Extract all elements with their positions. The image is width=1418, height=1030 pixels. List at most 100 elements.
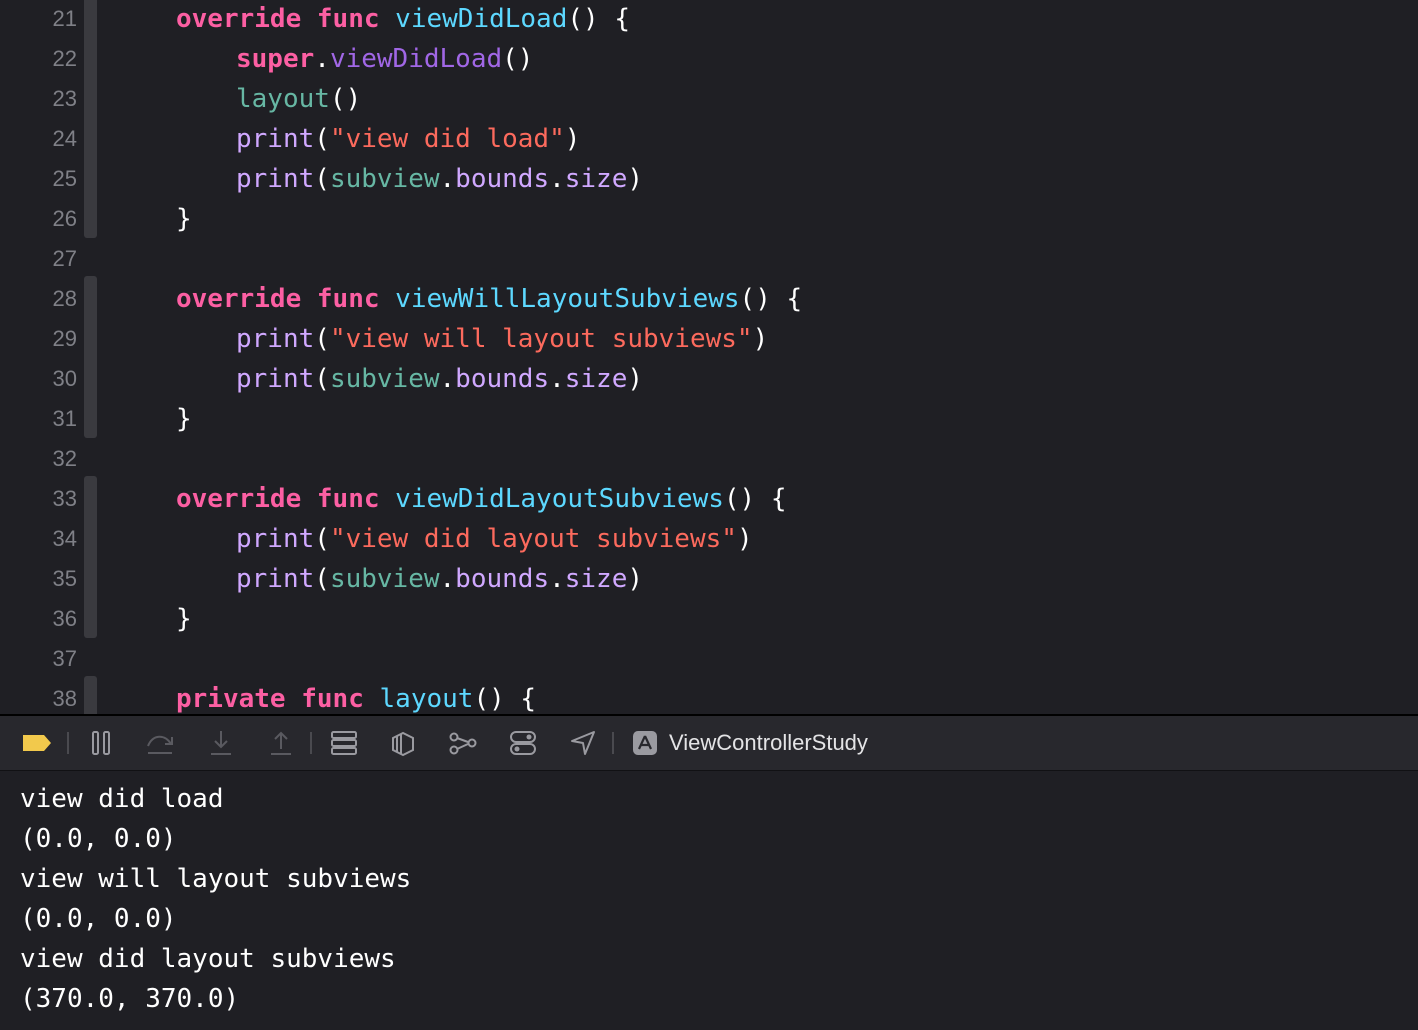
code-text: private func layout() {: [176, 679, 536, 714]
breakpoint-toggle-icon[interactable]: [20, 726, 54, 760]
line-number: 37: [52, 646, 77, 671]
code-token: private: [176, 684, 286, 714]
code-text: print("view did layout subviews"): [236, 519, 753, 559]
memory-graph-icon[interactable]: [386, 726, 420, 760]
code-token: () {: [567, 4, 630, 34]
code-line[interactable]: 23 layout(): [0, 79, 1418, 119]
code-token: "view will layout subviews": [329, 324, 753, 354]
code-token: ): [736, 524, 753, 554]
code-token: ): [627, 364, 644, 394]
code-token: bounds: [455, 164, 550, 194]
code-token: }: [176, 204, 192, 234]
code-line[interactable]: 29 print("view will layout subviews"): [0, 319, 1418, 359]
code-text: override func viewWillLayoutSubviews() {: [176, 279, 802, 319]
code-line[interactable]: 31}: [0, 399, 1418, 439]
code-token: .: [549, 364, 565, 394]
code-line[interactable]: 32: [0, 439, 1418, 479]
code-line[interactable]: 27: [0, 239, 1418, 279]
code-line[interactable]: 36}: [0, 599, 1418, 639]
console-line: view did layout subviews: [20, 944, 396, 974]
code-token: .: [549, 564, 565, 594]
code-token: func: [316, 284, 380, 314]
code-text: print(subview.bounds.size): [236, 359, 643, 399]
code-token: () {: [723, 484, 787, 514]
code-text: }: [176, 599, 192, 639]
step-over-icon[interactable]: [143, 726, 177, 760]
code-token: print: [236, 524, 315, 554]
code-token: subview: [329, 164, 440, 194]
code-text: override func viewDidLayoutSubviews() {: [176, 479, 787, 519]
code-text: }: [176, 199, 192, 239]
step-out-icon[interactable]: [264, 726, 298, 760]
code-token: "view did layout subviews": [329, 524, 737, 554]
app-target-icon[interactable]: [628, 726, 662, 760]
fold-ribbon[interactable]: [84, 476, 97, 638]
code-text: print(subview.bounds.size): [236, 159, 643, 199]
code-line[interactable]: 28 override func viewWillLayoutSubviews()…: [0, 279, 1418, 319]
code-token: override: [176, 484, 302, 514]
toolbar-separator: [67, 732, 69, 754]
fold-ribbon[interactable]: [84, 276, 97, 438]
code-line[interactable]: 37: [0, 639, 1418, 679]
target-name[interactable]: ViewControllerStudy: [669, 716, 868, 770]
code-line[interactable]: 22 super.viewDidLoad(): [0, 39, 1418, 79]
code-line[interactable]: 33 override func viewDidLayoutSubviews() …: [0, 479, 1418, 519]
code-line[interactable]: 30 print(subview.bounds.size): [0, 359, 1418, 399]
code-line[interactable]: 34 print("view did layout subviews"): [0, 519, 1418, 559]
debug-toolbar: ViewControllerStudy: [0, 716, 1418, 771]
code-token: override: [176, 284, 302, 314]
code-token: (: [314, 364, 330, 394]
view-hierarchy-icon[interactable]: [327, 726, 361, 760]
step-into-icon[interactable]: [204, 726, 238, 760]
code-line[interactable]: 26}: [0, 199, 1418, 239]
code-token: size: [564, 364, 628, 394]
code-line[interactable]: 38 private func layout() {: [0, 679, 1418, 714]
code-token: .: [549, 164, 565, 194]
line-number: 29: [52, 326, 77, 351]
code-token: (: [314, 164, 330, 194]
location-icon[interactable]: [566, 726, 600, 760]
console-line: view will layout subviews: [20, 864, 412, 894]
code-token: .: [439, 564, 456, 594]
code-text: }: [176, 399, 192, 439]
code-token: "view did load": [329, 124, 565, 154]
code-token: () {: [473, 684, 537, 714]
code-token: print: [236, 564, 315, 594]
debug-console[interactable]: view did load (0.0, 0.0) view will layout …: [0, 771, 1418, 1030]
code-token: override: [176, 4, 302, 34]
code-token: func: [301, 684, 364, 714]
code-line[interactable]: 25 print(subview.bounds.size): [0, 159, 1418, 199]
code-token: layout: [379, 684, 474, 714]
code-line[interactable]: 21 override func viewDidLoad() {: [0, 0, 1418, 39]
fold-ribbon[interactable]: [84, 676, 97, 714]
code-token: ): [627, 564, 644, 594]
code-token: subview: [329, 564, 440, 594]
pause-icon[interactable]: [84, 726, 118, 760]
fold-ribbon[interactable]: [84, 0, 97, 238]
code-token: viewDidLoad: [329, 44, 503, 74]
source-editor[interactable]: 21 override func viewDidLoad() {22 super.v…: [0, 0, 1418, 714]
code-token: .: [439, 364, 456, 394]
code-token: }: [176, 404, 192, 434]
code-token: print: [236, 364, 315, 394]
code-token: .: [314, 44, 330, 74]
code-line[interactable]: 24 print("view did load"): [0, 119, 1418, 159]
code-token: .: [439, 164, 456, 194]
code-token: (: [314, 124, 330, 154]
toolbar-separator: [612, 732, 614, 754]
environment-overrides-icon[interactable]: [446, 726, 480, 760]
code-token: print: [236, 124, 315, 154]
line-number: 33: [52, 486, 77, 511]
console-line: view did load: [20, 784, 224, 814]
code-token: subview: [329, 364, 440, 394]
simulate-location-icon[interactable]: [506, 726, 540, 760]
line-number: 22: [52, 46, 77, 71]
code-line[interactable]: 35 print(subview.bounds.size): [0, 559, 1418, 599]
line-number: 23: [52, 86, 77, 111]
line-number: 34: [52, 526, 77, 551]
